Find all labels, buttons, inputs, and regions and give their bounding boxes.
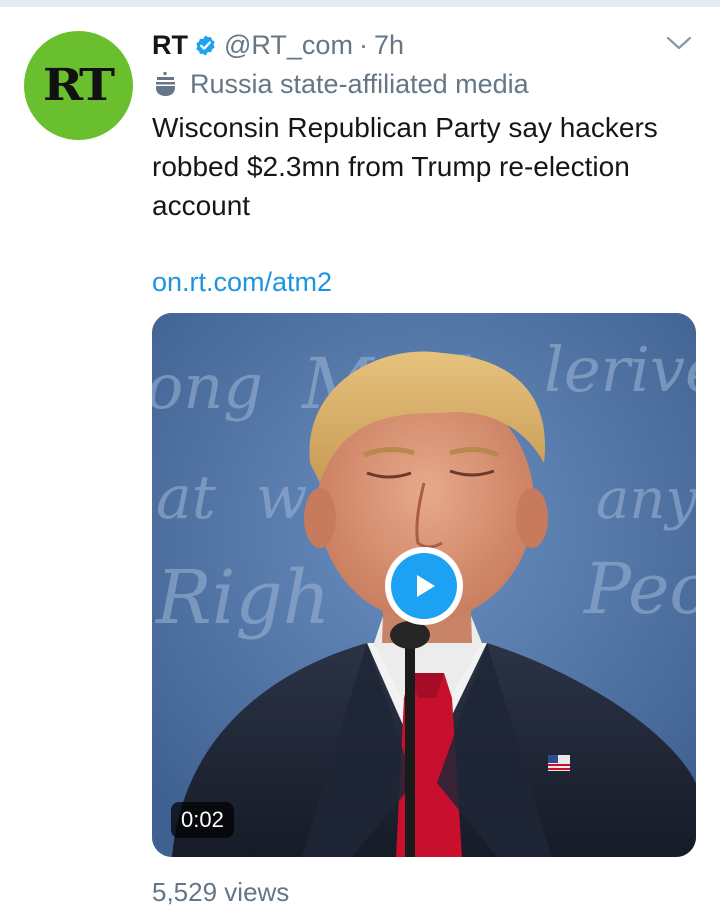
verified-badge-icon — [196, 34, 215, 56]
play-button[interactable] — [385, 547, 463, 625]
backdrop-text: at — [156, 463, 217, 533]
avatar[interactable]: RT — [24, 31, 133, 140]
state-affiliation-label[interactable]: Russia state-affiliated media — [152, 66, 529, 102]
backdrop-text: Peo — [582, 548, 696, 630]
video-player[interactable]: ong Masl lerive at w any Righ Peo — [152, 313, 696, 857]
top-divider — [0, 0, 720, 7]
avatar-logo-text: RT — [43, 60, 115, 111]
play-button-circle — [391, 553, 457, 619]
tweet-text: Wisconsin Republican Party say hackers r… — [152, 112, 658, 221]
tweet-timestamp[interactable]: 7h — [374, 30, 404, 61]
video-duration-badge: 0:02 — [171, 802, 234, 838]
author-name[interactable]: RT — [152, 30, 188, 61]
backdrop-text: w — [256, 463, 307, 533]
backdrop-text: ong — [152, 350, 263, 423]
tweet-link[interactable]: on.rt.com/atm2 — [152, 264, 332, 300]
affiliation-text: Russia state-affiliated media — [190, 68, 529, 99]
view-count: 5,529 views — [152, 877, 290, 907]
backdrop-text: any — [596, 467, 696, 532]
author-handle[interactable]: @RT_com — [224, 30, 353, 61]
state-media-podium-icon — [156, 71, 175, 96]
header-separator: · — [358, 29, 368, 60]
chevron-down-icon[interactable] — [666, 35, 692, 51]
backdrop-text: Righ — [154, 555, 330, 641]
play-icon — [417, 575, 435, 597]
backdrop-text: lerive — [544, 333, 696, 406]
tweet-header: RT @RT_com · 7h — [152, 27, 404, 63]
